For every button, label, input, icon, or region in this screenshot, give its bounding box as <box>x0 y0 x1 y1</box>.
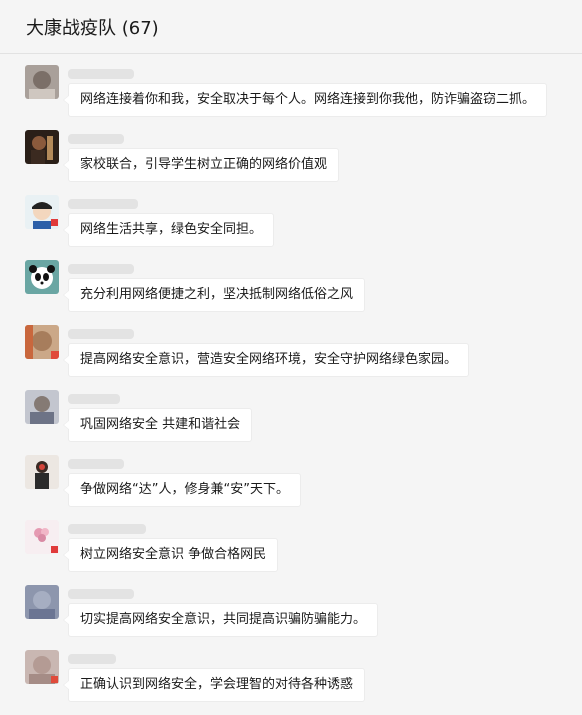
sender-name-blurred <box>68 199 138 209</box>
message-bubble[interactable]: 家校联合，引导学生树立正确的网络价值观 <box>62 148 340 182</box>
message-item: 提高网络安全意识，营造安全网络环境，安全守护网络绿色家园。 <box>0 325 582 390</box>
message-item: 争做网络“达”人，修身兼“安”天下。 <box>0 455 582 520</box>
message-bubble[interactable]: 充分利用网络便捷之利，坚决抵制网络低俗之风 <box>62 278 366 312</box>
avatar[interactable] <box>25 455 59 489</box>
message-item: 树立网络安全意识 争做合格网民 <box>0 520 582 585</box>
avatar[interactable] <box>25 130 59 164</box>
avatar[interactable] <box>25 520 59 554</box>
chat-title[interactable]: 大康战疫队 (67) <box>26 14 159 40</box>
message-bubble[interactable]: 切实提高网络安全意识，共同提高识骗防骗能力。 <box>62 603 379 637</box>
sender-name-blurred <box>68 264 134 274</box>
message-bubble[interactable]: 树立网络安全意识 争做合格网民 <box>62 538 279 572</box>
chat-header: 大康战疫队 (67) <box>0 0 582 54</box>
avatar[interactable] <box>25 585 59 619</box>
message-item: 家校联合，引导学生树立正确的网络价值观 <box>0 130 582 195</box>
avatar[interactable] <box>25 260 59 294</box>
message-bubble[interactable]: 网络连接着你和我，安全取决于每个人。网络连接到你我他，防诈骗盗窃二抓。 <box>62 83 548 117</box>
avatar[interactable] <box>25 195 59 229</box>
message-item: 充分利用网络便捷之利，坚决抵制网络低俗之风 <box>0 260 582 325</box>
message-item: 网络连接着你和我，安全取决于每个人。网络连接到你我他，防诈骗盗窃二抓。 <box>0 65 582 130</box>
sender-name-blurred <box>68 394 120 404</box>
message-item: 正确认识到网络安全，学会理智的对待各种诱惑 <box>0 650 582 715</box>
message-bubble[interactable]: 网络生活共享，绿色安全同担。 <box>62 213 275 247</box>
sender-name-blurred <box>68 329 134 339</box>
sender-name-blurred <box>68 524 146 534</box>
message-bubble[interactable]: 巩固网络安全 共建和谐社会 <box>62 408 253 442</box>
avatar[interactable] <box>25 650 59 684</box>
message-bubble[interactable]: 争做网络“达”人，修身兼“安”天下。 <box>63 473 301 507</box>
message-item: 切实提高网络安全意识，共同提高识骗防骗能力。 <box>0 585 582 650</box>
sender-name-blurred <box>68 654 116 664</box>
sender-name-blurred <box>68 589 134 599</box>
sender-name-blurred <box>68 134 124 144</box>
sender-name-blurred <box>68 69 134 79</box>
avatar[interactable] <box>25 325 59 359</box>
avatar[interactable] <box>25 390 59 424</box>
sender-name-blurred <box>68 459 124 469</box>
message-item: 网络生活共享，绿色安全同担。 <box>0 195 582 260</box>
message-bubble[interactable]: 正确认识到网络安全，学会理智的对待各种诱惑 <box>62 668 366 702</box>
avatar[interactable] <box>25 65 59 99</box>
message-item: 巩固网络安全 共建和谐社会 <box>0 390 582 455</box>
message-bubble[interactable]: 提高网络安全意识，营造安全网络环境，安全守护网络绿色家园。 <box>62 343 470 377</box>
